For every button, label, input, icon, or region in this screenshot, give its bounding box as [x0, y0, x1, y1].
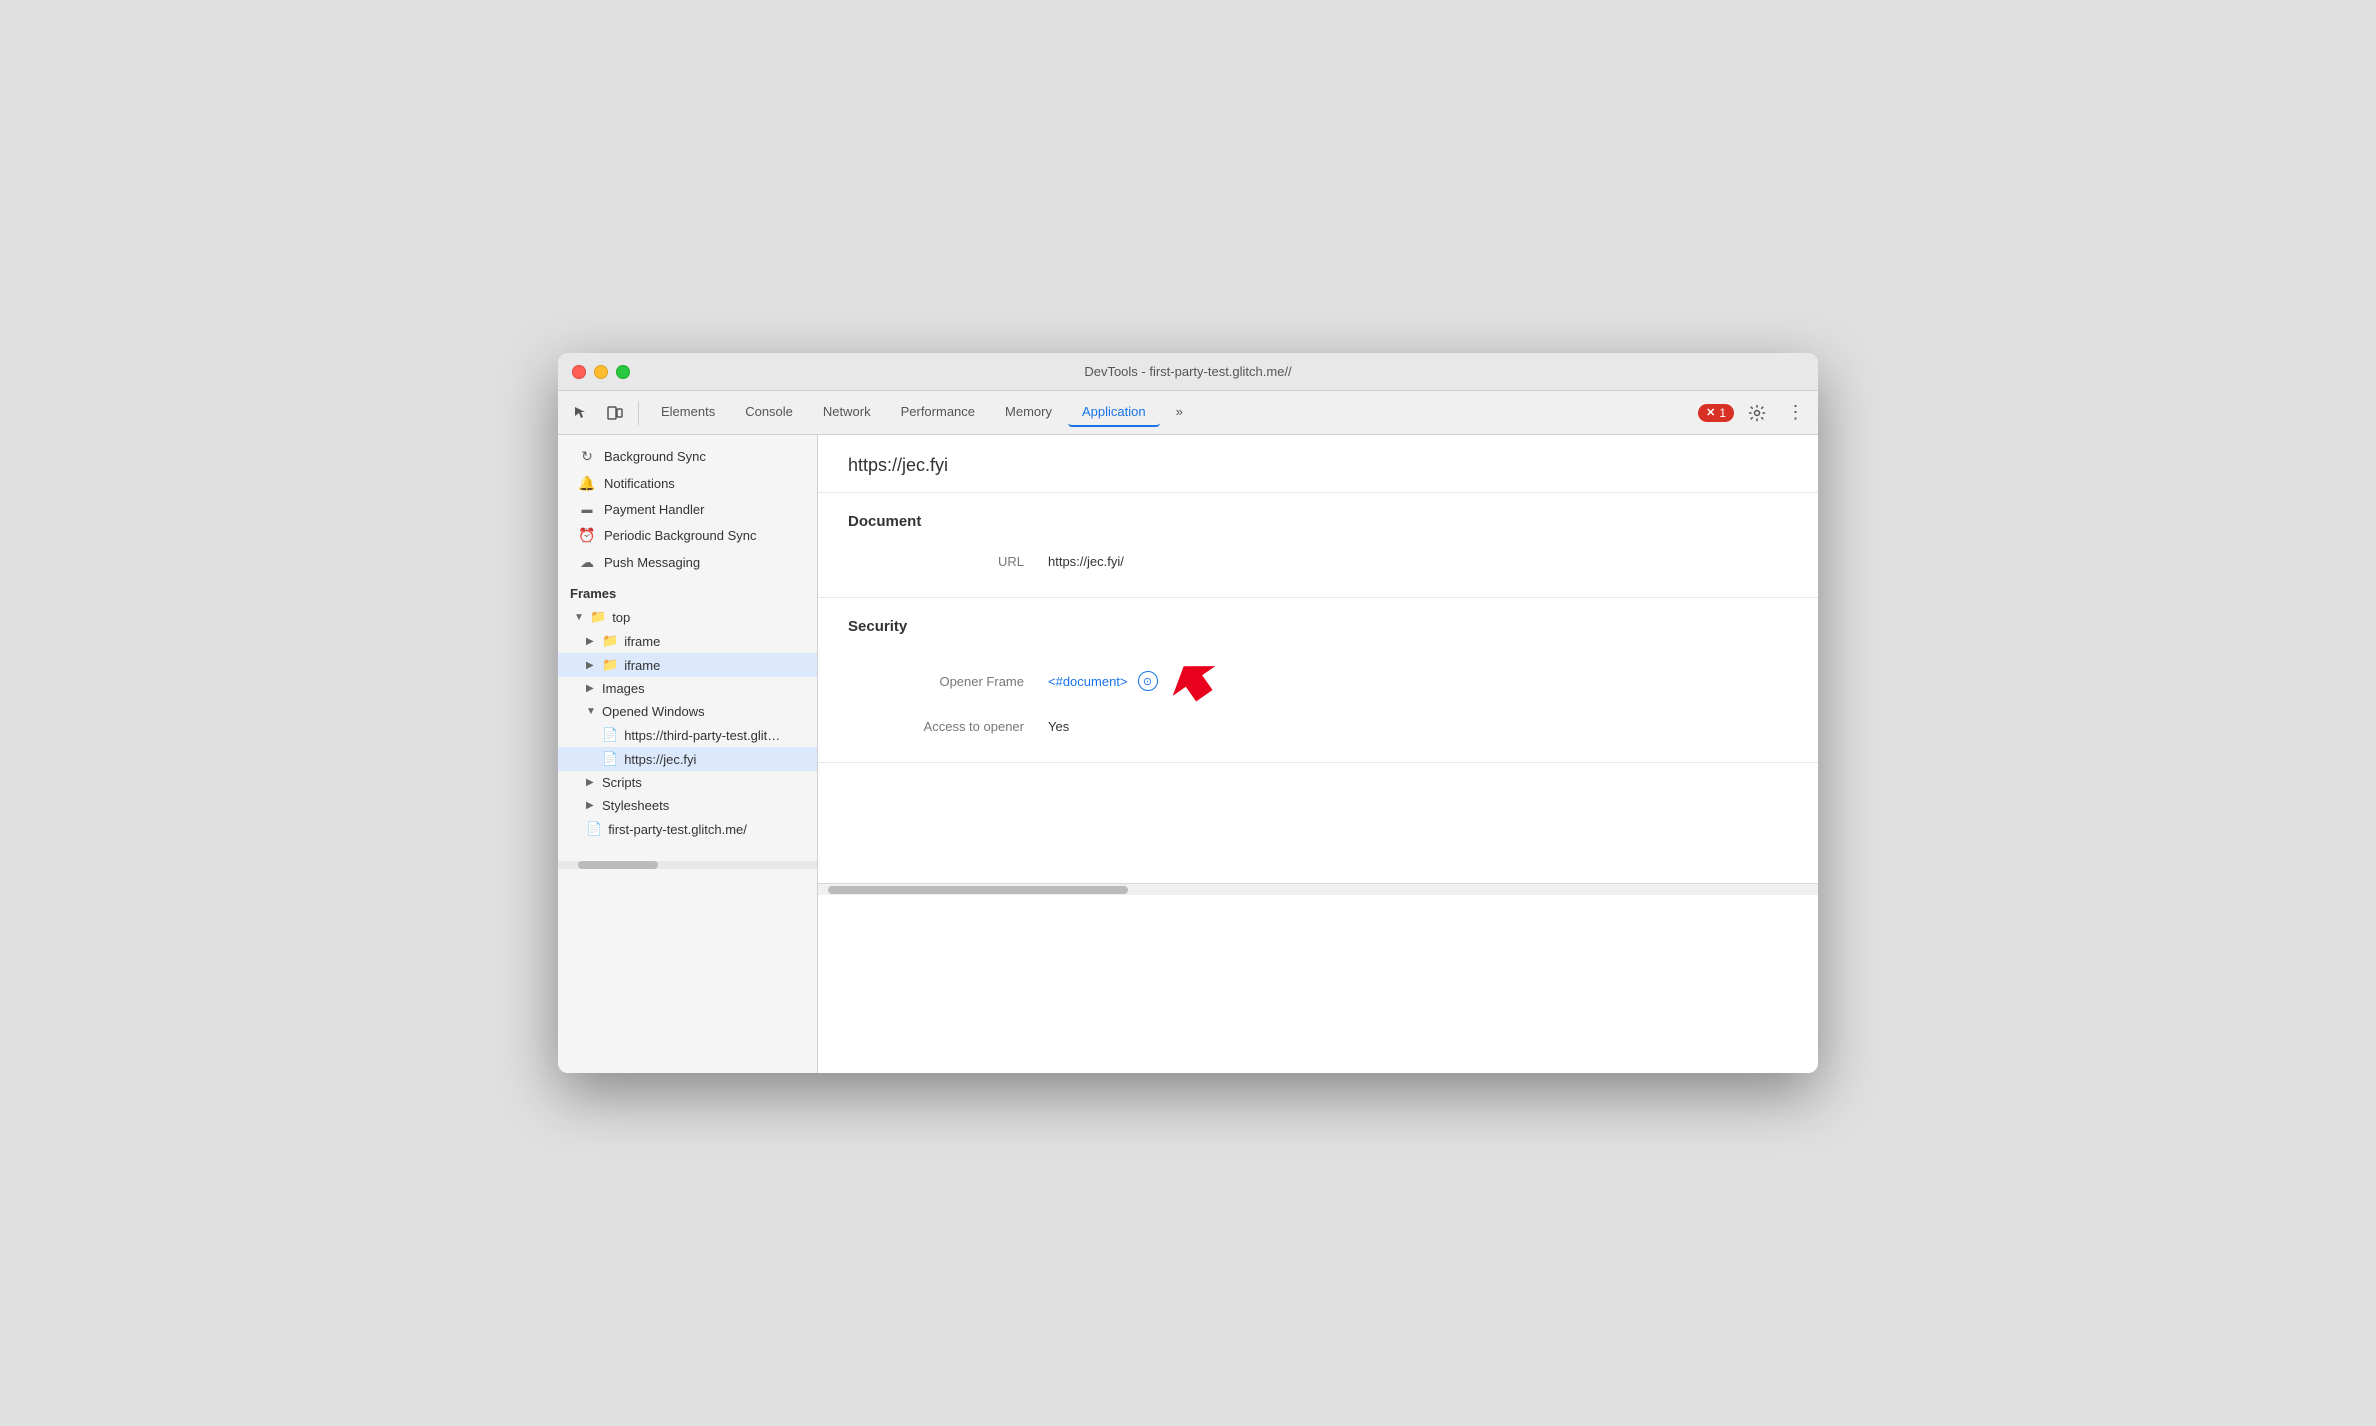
tree-label: first-party-test.glitch.me/: [608, 822, 747, 837]
tree-item-ow2[interactable]: 📄 https://jec.fyi: [558, 747, 817, 771]
opener-frame-label: Opener Frame: [848, 674, 1048, 689]
red-arrow-annotation: [1168, 659, 1220, 703]
access-to-opener-row: Access to opener Yes: [848, 711, 1788, 742]
error-count: 1: [1719, 406, 1726, 420]
minimize-button[interactable]: [594, 365, 608, 379]
tab-navigation: Elements Console Network Performance Mem…: [647, 398, 1694, 427]
arrow-right-icon: ▶: [586, 636, 596, 647]
sidebar-item-label: Push Messaging: [604, 555, 700, 570]
arrow-right-icon: ▶: [586, 777, 596, 788]
code-icon[interactable]: ⊙: [1138, 671, 1158, 691]
maximize-button[interactable]: [616, 365, 630, 379]
inspect-element-button[interactable]: [566, 398, 596, 428]
folder-icon: 📁: [602, 657, 618, 673]
tree-label: https://jec.fyi: [624, 752, 696, 767]
notifications-icon: 🔔: [578, 475, 596, 492]
traffic-lights: [572, 365, 630, 379]
tree-label: Images: [602, 681, 645, 696]
sidebar-item-periodic-bg-sync[interactable]: ⏰ Periodic Background Sync: [558, 522, 817, 549]
url-field-value: https://jec.fyi/: [1048, 554, 1124, 569]
more-options-button[interactable]: ⋮: [1780, 398, 1810, 428]
tab-network[interactable]: Network: [809, 398, 885, 427]
error-badge[interactable]: ✕ 1: [1698, 404, 1734, 422]
tree-label: Stylesheets: [602, 798, 669, 813]
sidebar-item-label: Periodic Background Sync: [604, 528, 756, 543]
close-button[interactable]: [572, 365, 586, 379]
periodic-sync-icon: ⏰: [578, 527, 596, 544]
sidebar: ↻ Background Sync 🔔 Notifications ▬ Paym…: [558, 435, 818, 1073]
payment-handler-icon: ▬: [578, 504, 596, 516]
arrow-right-icon: ▶: [586, 800, 596, 811]
tab-performance[interactable]: Performance: [887, 398, 989, 427]
tree-label: Scripts: [602, 775, 642, 790]
devtools-window: DevTools - first-party-test.glitch.me// …: [558, 353, 1818, 1073]
tree-item-top[interactable]: ▼ 📁 top: [558, 605, 817, 629]
tree-label: iframe: [624, 658, 660, 673]
arrow-right-icon: ▶: [586, 683, 596, 694]
main-scrollbar-thumb[interactable]: [828, 886, 1128, 894]
tree-item-stylesheets[interactable]: ▶ Stylesheets: [558, 794, 817, 817]
settings-button[interactable]: [1742, 398, 1772, 428]
url-field-row: URL https://jec.fyi/: [848, 546, 1788, 577]
security-section-title: Security: [848, 618, 1788, 635]
page-icon: 📄: [602, 727, 618, 743]
arrow-down-icon: ▼: [586, 706, 596, 717]
toolbar: Elements Console Network Performance Mem…: [558, 391, 1818, 435]
folder-icon: 📁: [602, 633, 618, 649]
tab-console[interactable]: Console: [731, 398, 807, 427]
opener-frame-link[interactable]: <#document>: [1048, 674, 1128, 689]
push-messaging-icon: ☁: [578, 554, 596, 571]
folder-icon: 📁: [590, 609, 606, 625]
error-icon: ✕: [1706, 406, 1715, 419]
tree-label: Opened Windows: [602, 704, 705, 719]
tree-item-images[interactable]: ▶ Images: [558, 677, 817, 700]
access-to-opener-label: Access to opener: [848, 719, 1048, 734]
document-section: Document URL https://jec.fyi/: [818, 493, 1818, 598]
sidebar-item-background-sync[interactable]: ↻ Background Sync: [558, 443, 817, 470]
tab-memory[interactable]: Memory: [991, 398, 1066, 427]
tree-label: https://third-party-test.glitch.me/po: [624, 728, 784, 743]
main-url-header: https://jec.fyi: [818, 435, 1818, 493]
toolbar-divider: [638, 401, 639, 425]
window-title: DevTools - first-party-test.glitch.me//: [1084, 364, 1291, 379]
url-field-label: URL: [848, 554, 1048, 569]
vertical-dots-icon: ⋮: [1787, 402, 1804, 423]
tree-label: iframe: [624, 634, 660, 649]
frames-section-label: Frames: [558, 576, 817, 605]
tree-item-iframe1[interactable]: ▶ 📁 iframe: [558, 629, 817, 653]
tab-more[interactable]: »: [1162, 398, 1197, 427]
sidebar-item-label: Background Sync: [604, 449, 706, 464]
tree-item-opened-windows[interactable]: ▼ Opened Windows: [558, 700, 817, 723]
device-toolbar-button[interactable]: [600, 398, 630, 428]
main-panel: https://jec.fyi Document URL https://jec…: [818, 435, 1818, 1073]
titlebar: DevTools - first-party-test.glitch.me//: [558, 353, 1818, 391]
document-section-title: Document: [848, 513, 1788, 530]
sidebar-item-label: Payment Handler: [604, 502, 704, 517]
opener-frame-value-area: <#document> ⊙: [1048, 659, 1220, 703]
tree-item-ow1[interactable]: 📄 https://third-party-test.glitch.me/po: [558, 723, 817, 747]
sidebar-scrollbar: [558, 861, 817, 869]
tree-label: top: [612, 610, 630, 625]
arrow-right-icon: ▶: [586, 660, 596, 671]
sidebar-item-push-messaging[interactable]: ☁ Push Messaging: [558, 549, 817, 576]
sidebar-scrollbar-thumb[interactable]: [578, 861, 658, 869]
tree-item-iframe2[interactable]: ▶ 📁 iframe: [558, 653, 817, 677]
security-section: Security Opener Frame <#document> ⊙ Acce…: [818, 598, 1818, 763]
page-icon: 📄: [586, 821, 602, 837]
arrow-down-icon: ▼: [574, 612, 584, 623]
tab-elements[interactable]: Elements: [647, 398, 729, 427]
main-scrollbar: [818, 883, 1818, 895]
sidebar-item-notifications[interactable]: 🔔 Notifications: [558, 470, 817, 497]
page-icon: 📄: [602, 751, 618, 767]
tab-application[interactable]: Application: [1068, 398, 1160, 427]
opener-frame-row: Opener Frame <#document> ⊙: [848, 651, 1788, 711]
sidebar-item-payment-handler[interactable]: ▬ Payment Handler: [558, 497, 817, 522]
content-area: ↻ Background Sync 🔔 Notifications ▬ Paym…: [558, 435, 1818, 1073]
sidebar-item-label: Notifications: [604, 476, 675, 491]
background-sync-icon: ↻: [578, 448, 596, 465]
tree-item-first-party[interactable]: 📄 first-party-test.glitch.me/: [558, 817, 817, 841]
toolbar-right: ✕ 1 ⋮: [1698, 398, 1810, 428]
tree-item-scripts[interactable]: ▶ Scripts: [558, 771, 817, 794]
access-to-opener-value: Yes: [1048, 719, 1069, 734]
